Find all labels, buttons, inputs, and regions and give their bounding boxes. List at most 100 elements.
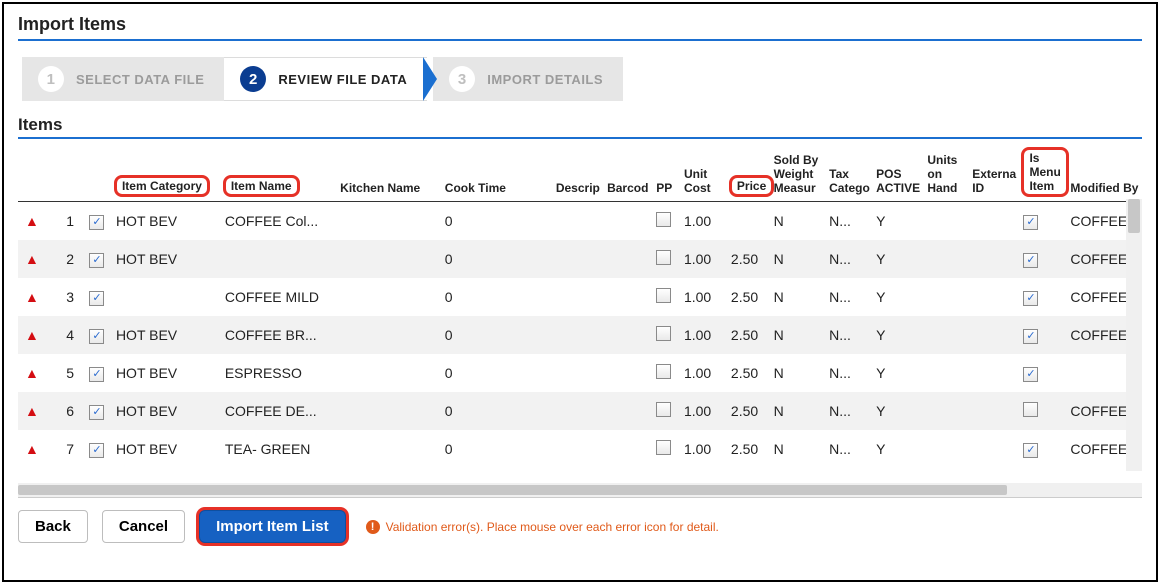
checkbox-icon[interactable]: ✓	[89, 405, 104, 420]
cell-barcod[interactable]	[603, 354, 652, 392]
cell-price[interactable]: 2.50	[727, 430, 770, 468]
cell-item-category[interactable]: HOT BEV	[112, 202, 221, 241]
warning-icon[interactable]: ▲	[25, 403, 39, 419]
items-table-scroll[interactable]: Item Category Item Name Kitchen Name Coo…	[18, 145, 1142, 483]
cell-sold-by-weight[interactable]: N	[770, 202, 826, 241]
wizard-step-1[interactable]: 1 SELECT DATA FILE	[22, 57, 224, 101]
cell-price[interactable]: 2.50	[727, 354, 770, 392]
cell-units-on-hand[interactable]	[923, 202, 968, 241]
col-pp[interactable]: PP	[652, 145, 680, 202]
table-row[interactable]: ▲1✓HOT BEVCOFFEE Col...01.00NN...Y✓COFFE…	[18, 202, 1142, 241]
cell-descrip[interactable]	[552, 354, 603, 392]
table-row[interactable]: ▲5✓HOT BEVESPRESSO01.002.50NN...Y✓	[18, 354, 1142, 392]
cell-tax-catego[interactable]: N...	[825, 240, 872, 278]
cell-price[interactable]: 2.50	[727, 278, 770, 316]
cell-unit-cost[interactable]: 1.00	[680, 240, 727, 278]
cell-tax-catego[interactable]: N...	[825, 202, 872, 241]
cell-tax-catego[interactable]: N...	[825, 354, 872, 392]
cell-units-on-hand[interactable]	[923, 278, 968, 316]
cell-units-on-hand[interactable]	[923, 354, 968, 392]
cell-unit-cost[interactable]: 1.00	[680, 392, 727, 430]
col-item-name[interactable]: Item Name	[221, 145, 336, 202]
col-units-on-hand[interactable]: Units on Hand	[923, 145, 968, 202]
warning-icon[interactable]: ▲	[25, 251, 39, 267]
cell-external-id[interactable]	[968, 202, 1019, 241]
checkbox-icon[interactable]: ✓	[89, 443, 104, 458]
col-sold-by-weight[interactable]: Sold By Weight Measur	[770, 145, 826, 202]
cell-unit-cost[interactable]: 1.00	[680, 430, 727, 468]
cell-sold-by-weight[interactable]: N	[770, 392, 826, 430]
col-pos-active[interactable]: POS ACTIVE	[872, 145, 923, 202]
col-unit-cost[interactable]: Unit Cost	[680, 145, 727, 202]
cell-descrip[interactable]	[552, 430, 603, 468]
vertical-scrollbar[interactable]	[1126, 199, 1142, 471]
cell-descrip[interactable]	[552, 392, 603, 430]
cell-kitchen-name[interactable]	[336, 202, 441, 241]
cell-item-name[interactable]: COFFEE MILD	[221, 278, 336, 316]
checkbox-icon[interactable]: ✓	[1023, 329, 1038, 344]
checkbox-icon[interactable]	[656, 250, 671, 265]
col-external-id[interactable]: Externa ID	[968, 145, 1019, 202]
cell-cook-time[interactable]: 0	[441, 392, 552, 430]
col-price[interactable]: Price	[727, 145, 770, 202]
cell-sold-by-weight[interactable]: N	[770, 278, 826, 316]
cell-item-category[interactable]: HOT BEV	[112, 430, 221, 468]
cell-item-name[interactable]: TEA- GREEN	[221, 430, 336, 468]
cell-item-name[interactable]: COFFEE DE...	[221, 392, 336, 430]
checkbox-icon[interactable]: ✓	[89, 253, 104, 268]
warning-icon[interactable]: ▲	[25, 365, 39, 381]
cell-units-on-hand[interactable]	[923, 316, 968, 354]
cell-price[interactable]: 2.50	[727, 392, 770, 430]
cell-external-id[interactable]	[968, 392, 1019, 430]
checkbox-icon[interactable]	[656, 440, 671, 455]
horizontal-scrollbar[interactable]	[18, 483, 1142, 497]
cell-barcod[interactable]	[603, 316, 652, 354]
cell-cook-time[interactable]: 0	[441, 202, 552, 241]
checkbox-icon[interactable]: ✓	[1023, 215, 1038, 230]
cell-sold-by-weight[interactable]: N	[770, 354, 826, 392]
checkbox-icon[interactable]	[656, 288, 671, 303]
table-row[interactable]: ▲3✓COFFEE MILD01.002.50NN...Y✓COFFEE/TEA	[18, 278, 1142, 316]
cell-sold-by-weight[interactable]: N	[770, 430, 826, 468]
cell-sold-by-weight[interactable]: N	[770, 316, 826, 354]
cell-cook-time[interactable]: 0	[441, 430, 552, 468]
cell-price[interactable]: 2.50	[727, 316, 770, 354]
checkbox-icon[interactable]: ✓	[89, 215, 104, 230]
table-row[interactable]: ▲4✓HOT BEVCOFFEE BR...01.002.50NN...Y✓CO…	[18, 316, 1142, 354]
col-kitchen-name[interactable]: Kitchen Name	[336, 145, 441, 202]
cell-kitchen-name[interactable]	[336, 354, 441, 392]
checkbox-icon[interactable]	[656, 364, 671, 379]
cell-item-category[interactable]: HOT BEV	[112, 354, 221, 392]
cell-external-id[interactable]	[968, 240, 1019, 278]
cell-barcod[interactable]	[603, 202, 652, 241]
cell-cook-time[interactable]: 0	[441, 240, 552, 278]
checkbox-icon[interactable]	[656, 402, 671, 417]
warning-icon[interactable]: ▲	[25, 327, 39, 343]
cell-barcod[interactable]	[603, 240, 652, 278]
cell-pos-active[interactable]: Y	[872, 202, 923, 241]
cell-external-id[interactable]	[968, 354, 1019, 392]
cell-kitchen-name[interactable]	[336, 430, 441, 468]
cell-barcod[interactable]	[603, 430, 652, 468]
import-item-list-button[interactable]: Import Item List	[199, 510, 346, 543]
cell-external-id[interactable]	[968, 316, 1019, 354]
cell-external-id[interactable]	[968, 278, 1019, 316]
cell-price[interactable]: 2.50	[727, 240, 770, 278]
warning-icon[interactable]: ▲	[25, 213, 39, 229]
col-tax-catego[interactable]: Tax Catego	[825, 145, 872, 202]
cell-item-category[interactable]	[112, 278, 221, 316]
cell-unit-cost[interactable]: 1.00	[680, 354, 727, 392]
cell-descrip[interactable]	[552, 278, 603, 316]
col-barcod[interactable]: Barcod	[603, 145, 652, 202]
cell-kitchen-name[interactable]	[336, 240, 441, 278]
cell-descrip[interactable]	[552, 202, 603, 241]
cell-kitchen-name[interactable]	[336, 316, 441, 354]
cell-kitchen-name[interactable]	[336, 392, 441, 430]
warning-icon[interactable]: ▲	[25, 289, 39, 305]
cell-cook-time[interactable]: 0	[441, 354, 552, 392]
checkbox-icon[interactable]: ✓	[1023, 367, 1038, 382]
col-cook-time[interactable]: Cook Time	[441, 145, 552, 202]
cell-units-on-hand[interactable]	[923, 430, 968, 468]
cell-barcod[interactable]	[603, 278, 652, 316]
cell-tax-catego[interactable]: N...	[825, 278, 872, 316]
